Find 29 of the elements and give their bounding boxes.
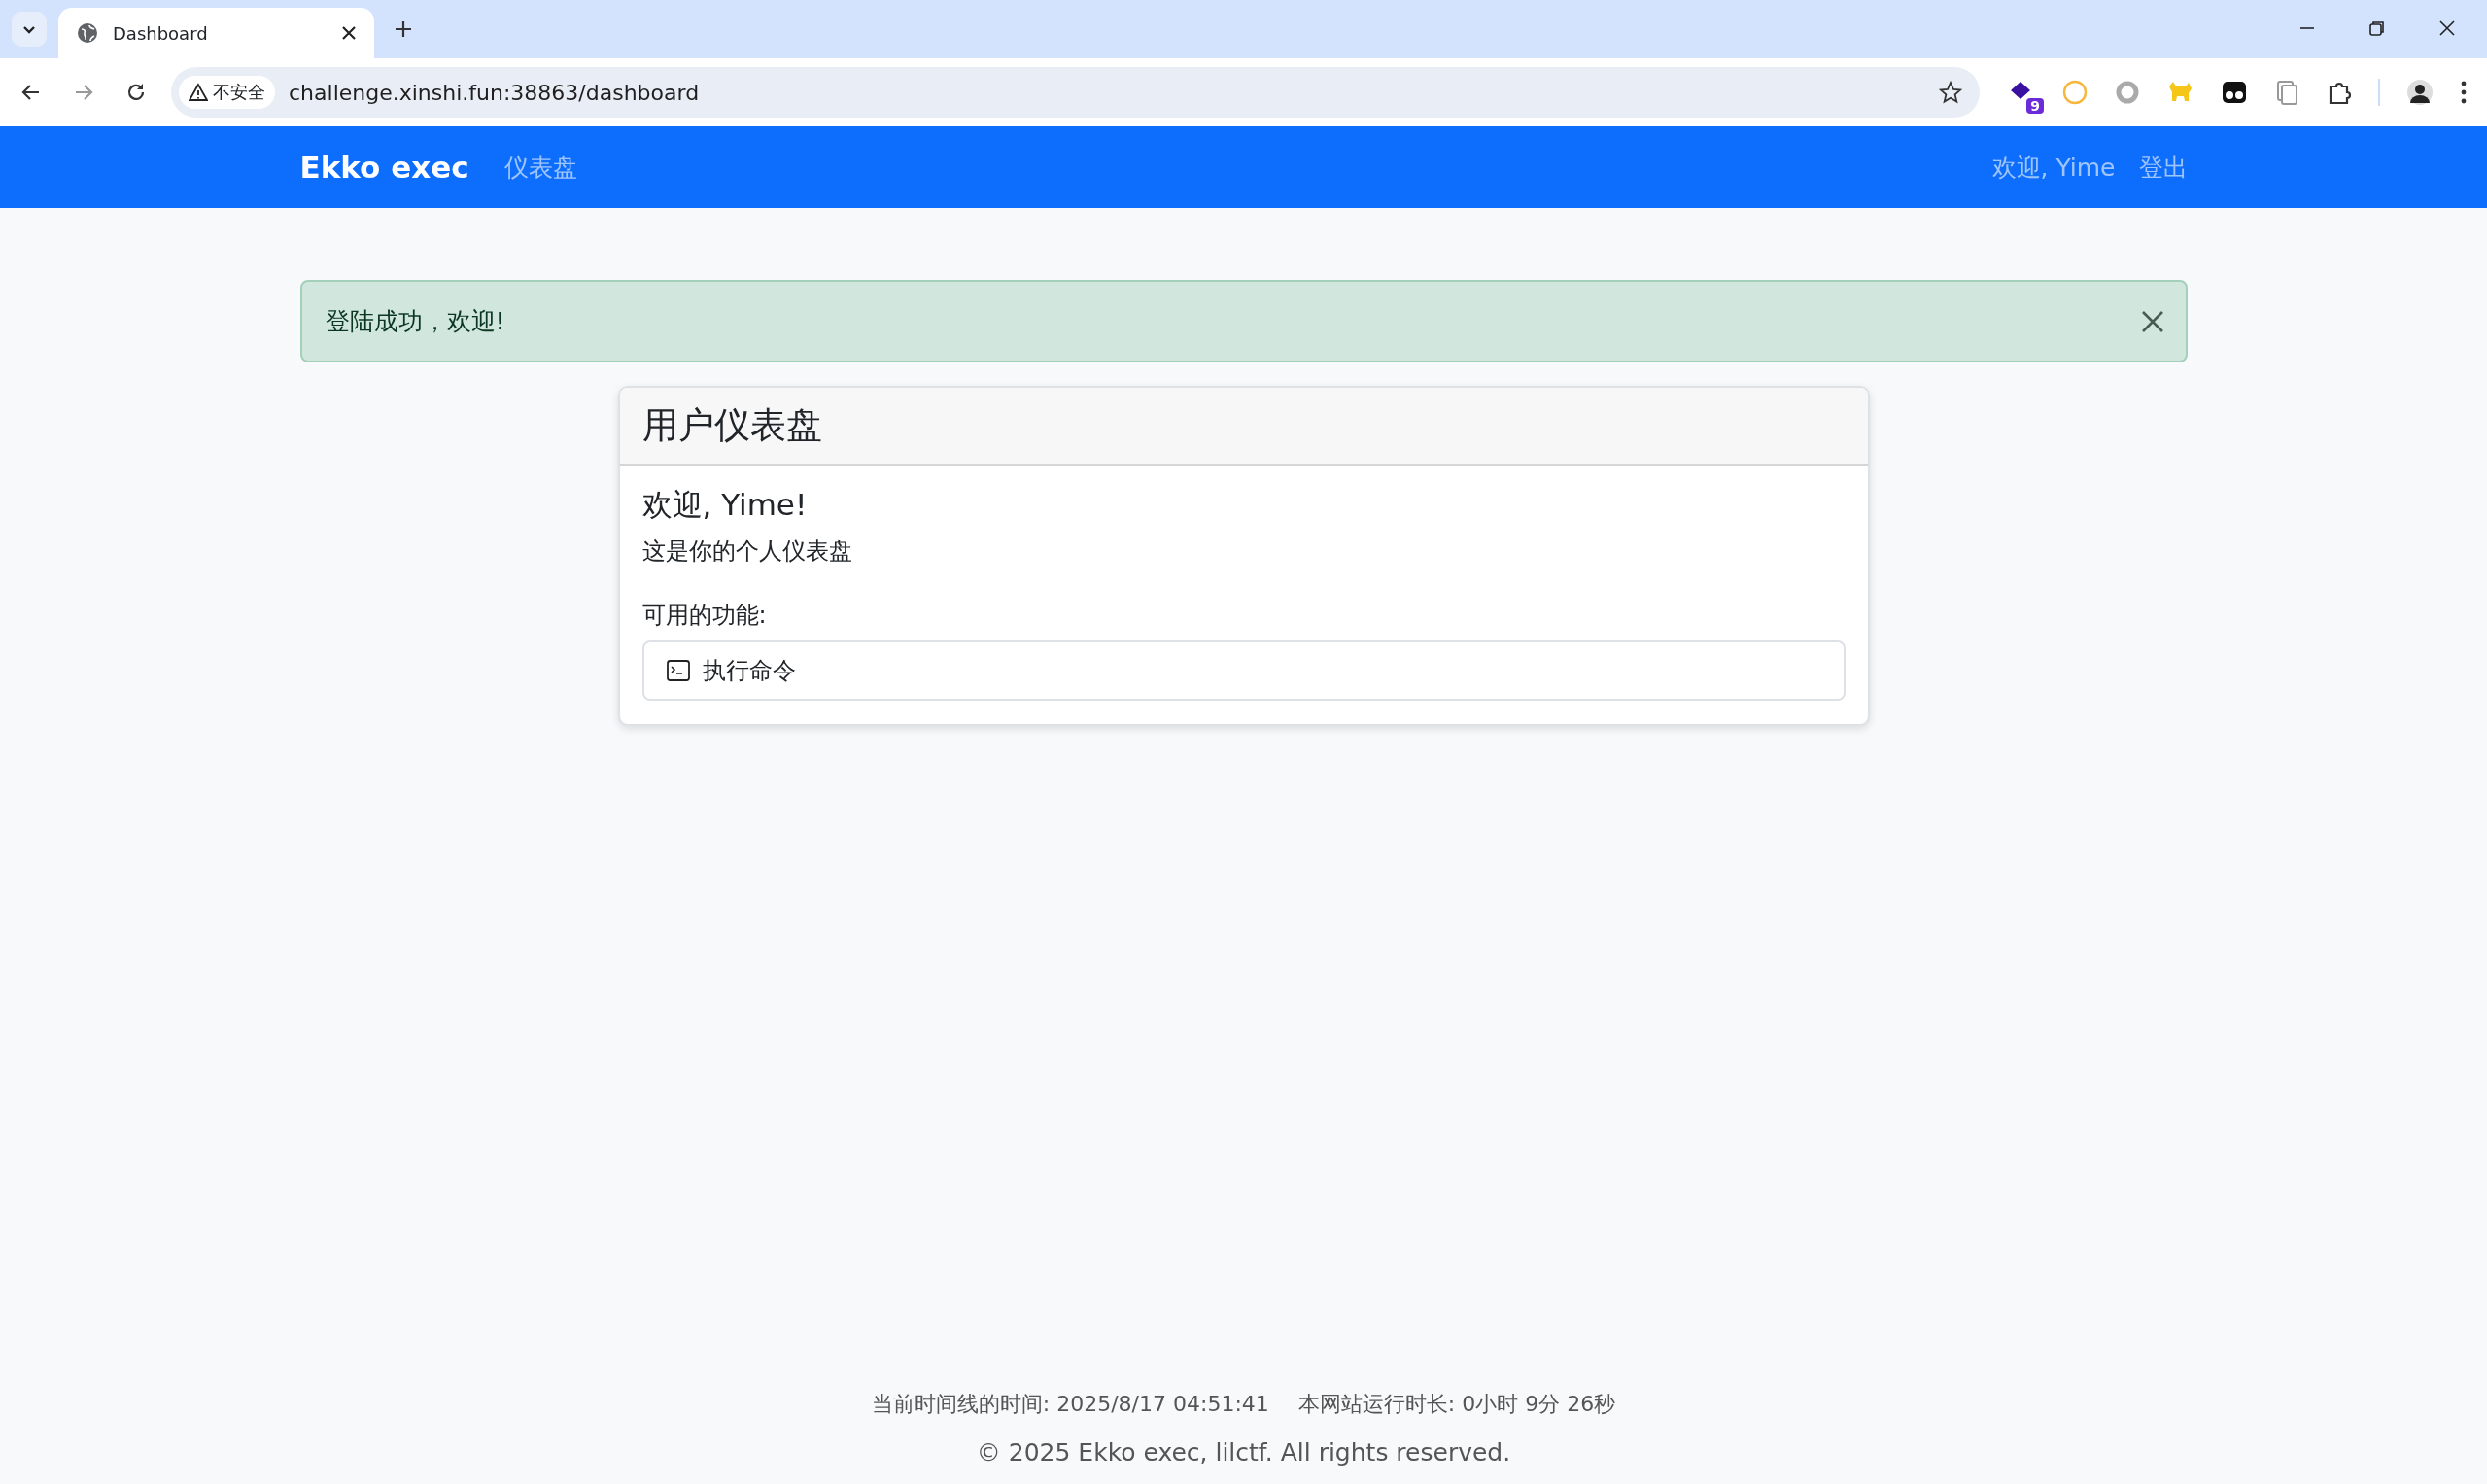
browser-tab[interactable]: Dashboard [58,8,374,58]
card-title: 用户仪表盘 [641,403,822,448]
star-icon[interactable] [1939,81,1962,104]
feature-link[interactable]: 执行命令 [641,640,1846,701]
brand-link[interactable]: Ekko exec [299,150,469,185]
security-chip[interactable]: 不安全 [179,76,275,109]
tab-title: Dashboard [113,22,209,44]
alert-message: 登陆成功，欢迎! [325,306,505,337]
greeting: 欢迎, Yime! [641,486,809,524]
more-menu-icon[interactable] [2460,80,2468,105]
close-icon[interactable] [341,25,357,41]
features-label: 可用的功能: [641,601,768,631]
eyes-icon[interactable] [2221,79,2248,106]
restore-icon[interactable] [2368,19,2386,37]
security-label: 不安全 [213,81,265,104]
tab-list-button[interactable] [12,12,47,47]
terminal-icon [665,658,691,683]
globe-icon [76,21,99,45]
card-subtitle: 这是你的个人仪表盘 [641,536,853,567]
new-tab-icon[interactable] [394,19,413,39]
warning-icon [189,83,208,102]
server-time: 当前时间线的时间: 2025/8/17 04:51:41 [871,1391,1269,1418]
url-text: challenge.xinshi.fun:38863/dashboard [289,80,700,105]
copyright: © 2025 Ekko exec, lilctf. All rights reserved. [975,1438,1512,1467]
extension-badge: 9 [2026,98,2044,114]
close-icon[interactable] [2438,19,2456,37]
address-bar[interactable]: 不安全 challenge.xinshi.fun:38863/dashboard [171,67,1980,118]
profile-avatar-icon[interactable] [2405,78,2435,107]
uptime: 本网站运行时长: 0小时 9分 26秒 [1297,1391,1616,1418]
